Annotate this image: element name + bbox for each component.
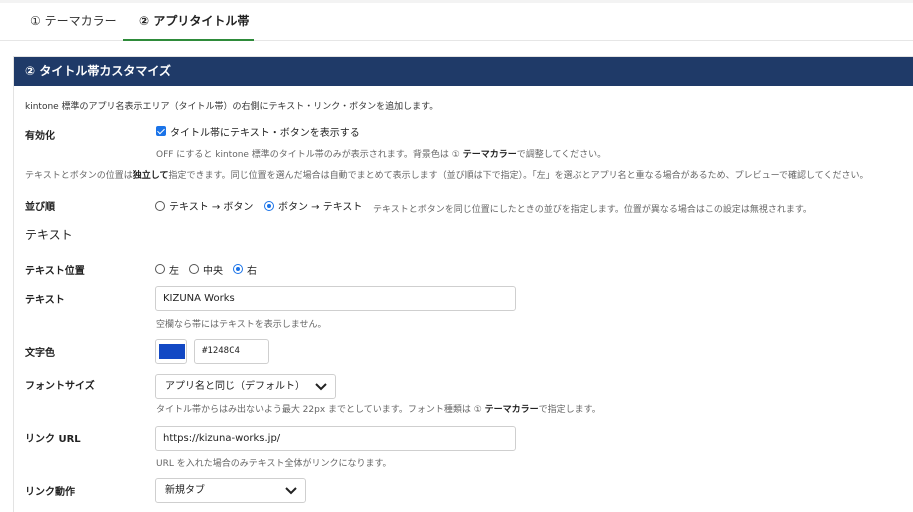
customize-panel: ② タイトル帯カスタマイズ kintone 標準のアプリ名表示エリア（タイトル帯… — [13, 56, 913, 512]
order-option-text-first[interactable]: テキスト → ボタン — [169, 198, 253, 213]
enable-hint: OFF にすると kintone 標準のタイトル帯のみが表示されます。背景色は … — [156, 150, 607, 160]
link-url-label: リンク URL — [25, 434, 81, 445]
order-option-button-first[interactable]: ボタン → テキスト — [278, 198, 362, 213]
tab-app-title-band[interactable]: ② アプリタイトル帯 — [123, 3, 254, 41]
text-hint: 空欄なら帯にはテキストを表示しません。 — [156, 320, 327, 330]
link-action-select[interactable]: 新規タブ — [155, 478, 306, 503]
text-label: テキスト — [25, 295, 65, 306]
text-color-swatch[interactable] — [155, 339, 187, 364]
text-position-option-right[interactable]: 右 — [247, 262, 257, 277]
text-position-label: テキスト位置 — [25, 266, 85, 277]
link-action-selected-value: 新規タブ — [165, 485, 205, 496]
text-color-input[interactable]: #1248C4 — [194, 339, 269, 364]
text-position-radio-center[interactable] — [189, 264, 199, 274]
tab-bar: ① テーマカラー ② アプリタイトル帯 — [0, 3, 913, 41]
position-note: テキストとボタンの位置は独立して指定できます。同じ位置を選んだ場合は自動でまとめ… — [25, 171, 869, 181]
enable-checkbox-label[interactable]: タイトル帯にテキスト・ボタンを表示する — [170, 124, 360, 139]
order-radio-button-first[interactable] — [264, 201, 274, 211]
chevron-down-icon — [285, 487, 297, 495]
link-url-hint: URL を入れた場合のみテキスト全体がリンクになります。 — [156, 459, 392, 469]
text-position-option-center[interactable]: 中央 — [203, 262, 223, 277]
order-radio-text-first[interactable] — [155, 201, 165, 211]
font-size-selected-value: アプリ名と同じ（デフォルト） — [165, 381, 305, 392]
text-input[interactable]: KIZUNA Works — [155, 286, 516, 311]
font-size-select[interactable]: アプリ名と同じ（デフォルト） — [155, 374, 336, 399]
enable-checkbox[interactable] — [156, 126, 166, 136]
order-hint: テキストとボタンを同じ位置にしたときの並びを指定します。位置が異なる場合はこの設… — [373, 205, 812, 215]
order-label: 並び順 — [25, 202, 55, 213]
text-position-radio-right[interactable] — [233, 264, 243, 274]
text-position-option-left[interactable]: 左 — [169, 262, 179, 277]
link-action-label: リンク動作 — [25, 487, 75, 498]
panel-title: ② タイトル帯カスタマイズ — [14, 57, 913, 86]
enable-label: 有効化 — [25, 131, 55, 142]
panel-intro: kintone 標準のアプリ名表示エリア（タイトル帯）の右側にテキスト・リンク・… — [25, 102, 439, 112]
text-section-title: テキスト — [25, 228, 73, 242]
font-size-label: フォントサイズ — [25, 381, 95, 392]
text-position-radio-left[interactable] — [155, 264, 165, 274]
text-color-swatch-fill — [159, 344, 185, 359]
tab-theme-color[interactable]: ① テーマカラー — [14, 3, 122, 41]
font-size-hint: タイトル帯からはみ出ないよう最大 22px までとしています。フォント種類は ①… — [156, 405, 601, 415]
chevron-down-icon — [315, 383, 327, 391]
text-color-label: 文字色 — [25, 348, 55, 359]
link-url-input[interactable]: https://kizuna-works.jp/ — [155, 426, 516, 451]
